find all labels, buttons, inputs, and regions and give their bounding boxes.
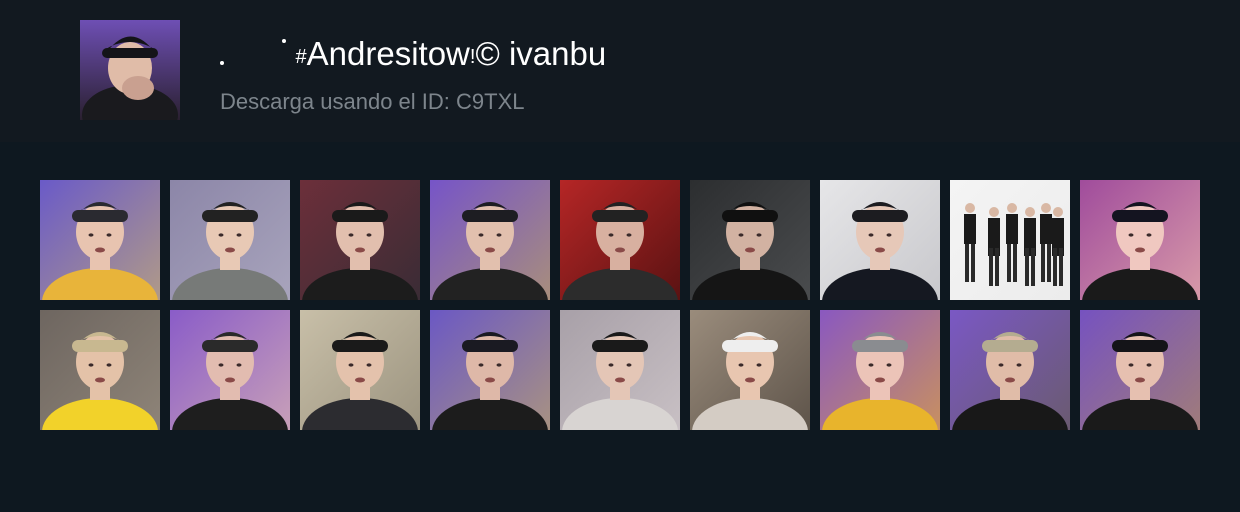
title-tail: ivanbu [508, 35, 607, 72]
video-thumbnail[interactable] [300, 310, 420, 430]
video-thumbnail[interactable] [820, 180, 940, 300]
person-portrait-icon [170, 310, 290, 430]
person-portrait-icon [430, 180, 550, 300]
video-thumbnail[interactable] [40, 180, 160, 300]
profile-subtitle: Descarga usando el ID: C9TXL [220, 89, 525, 114]
video-thumbnail[interactable] [170, 310, 290, 430]
video-thumbnail[interactable] [560, 310, 680, 430]
decoration-dot [282, 39, 287, 43]
profile-title: #Andresitow!© ivanbu [220, 32, 606, 76]
title-main: Andresitow [306, 35, 470, 72]
person-portrait-icon [560, 310, 680, 430]
video-thumbnail[interactable] [430, 310, 550, 430]
person-portrait-icon [560, 180, 680, 300]
video-thumbnail[interactable] [170, 180, 290, 300]
video-thumbnail[interactable] [1080, 310, 1200, 430]
person-portrait-icon [1080, 180, 1200, 300]
person-portrait-icon [40, 310, 160, 430]
person-portrait-icon [1080, 310, 1200, 430]
video-thumbnail[interactable] [690, 310, 810, 430]
title-prefix: # [295, 46, 307, 68]
video-thumbnail[interactable] [1080, 180, 1200, 300]
profile-header: #Andresitow!© ivanbu Descarga usando el … [0, 0, 1240, 142]
title-symbol: © [475, 35, 500, 72]
person-portrait-icon [820, 180, 940, 300]
video-thumbnail[interactable] [430, 180, 550, 300]
person-portrait-icon [40, 180, 160, 300]
person-portrait-icon [690, 310, 810, 430]
profile-avatar[interactable] [80, 20, 180, 120]
person-portrait-icon [430, 310, 550, 430]
person-portrait-icon [300, 180, 420, 300]
group-dancers-icon [950, 180, 1070, 300]
person-portrait-icon [820, 310, 940, 430]
video-thumbnail[interactable] [950, 310, 1070, 430]
avatar-image [80, 20, 180, 120]
video-thumbnail[interactable] [690, 180, 810, 300]
decoration-dot [220, 61, 224, 65]
video-thumbnail[interactable] [560, 180, 680, 300]
person-portrait-icon [690, 180, 810, 300]
person-portrait-icon [950, 310, 1070, 430]
person-portrait-icon [170, 180, 290, 300]
person-portrait-icon [300, 310, 420, 430]
video-thumbnail[interactable] [950, 180, 1070, 300]
video-thumbnail[interactable] [40, 310, 160, 430]
video-thumbnail[interactable] [820, 310, 940, 430]
video-thumbnail[interactable] [300, 180, 420, 300]
